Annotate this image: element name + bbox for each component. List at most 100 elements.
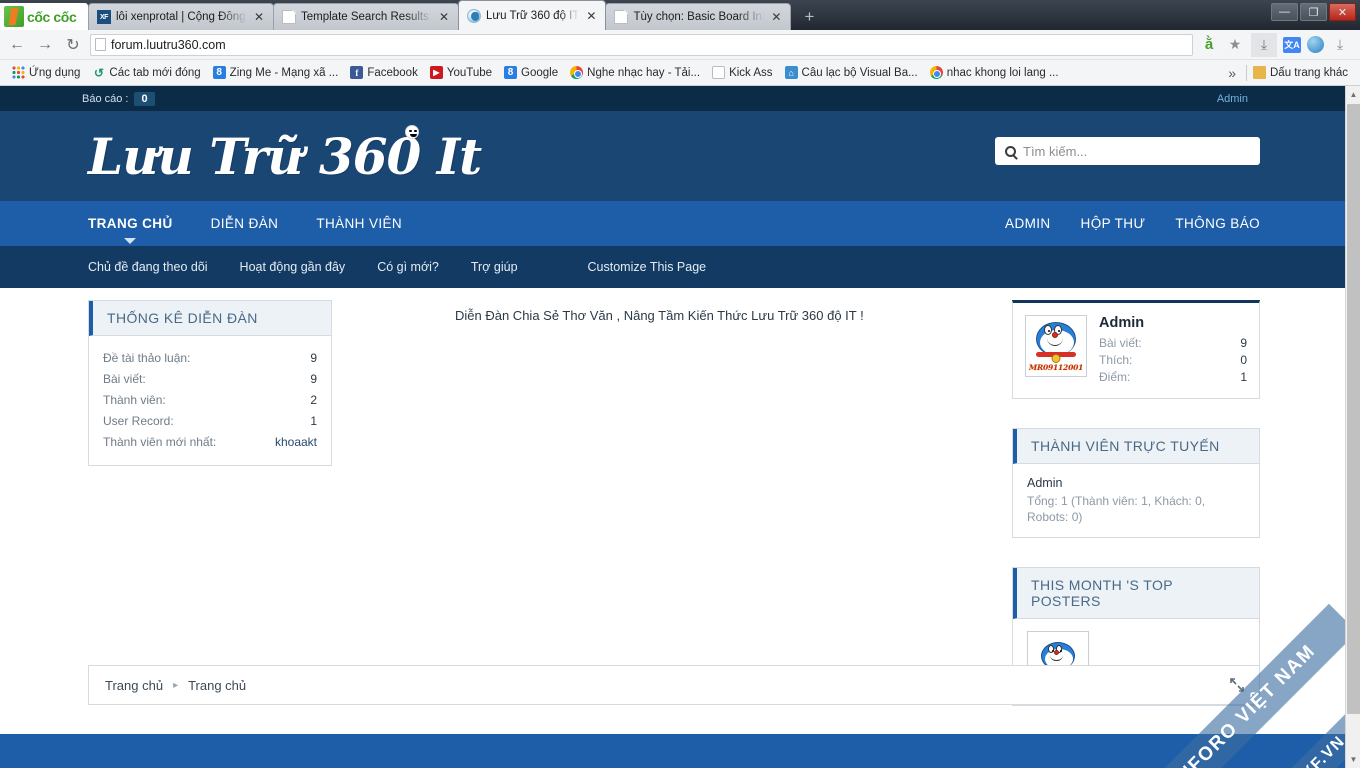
breadcrumb: Trang chủ ▸ Trang chủ bbox=[88, 665, 1260, 705]
undo-icon: ↺ bbox=[93, 65, 104, 80]
tab-title: Tùy chọn: Basic Board Info bbox=[633, 11, 765, 23]
coccoc-brand-text: cốc cốc bbox=[27, 8, 77, 25]
address-bar[interactable]: forum.luutru360.com bbox=[90, 33, 1193, 56]
adblock-icon[interactable]: ằ bbox=[1199, 35, 1219, 55]
page-info-icon[interactable] bbox=[95, 38, 106, 51]
nav-item-trang-chu[interactable]: TRANG CHỦ bbox=[88, 216, 173, 244]
customize-this-page-link[interactable]: Customize This Page bbox=[588, 260, 707, 274]
bookmark-label: Ứng dụng bbox=[29, 66, 81, 79]
site-tagline: Diễn Đàn Chia Sẻ Thơ Văn , Nâng Tầm Kiến… bbox=[455, 308, 864, 323]
bookmark-google[interactable]: 8 Google bbox=[498, 64, 564, 81]
download-tray-icon[interactable]: ⤓ bbox=[1251, 32, 1277, 57]
block-title: THỐNG KÊ DIỄN ĐÀN bbox=[89, 301, 331, 336]
doraemon-avatar-icon bbox=[1036, 322, 1076, 356]
nav-item-hop-thu[interactable]: HỘP THƯ bbox=[1081, 216, 1146, 231]
stat-value: 9 bbox=[310, 351, 317, 365]
browser-titlebar: cốc cốc XF lỗi xenprotal | Cộng Đồng ...… bbox=[0, 0, 1360, 30]
page-scrollbar[interactable]: ▲ ▼ bbox=[1345, 86, 1360, 768]
topbar-admin-link[interactable]: Admin bbox=[1217, 93, 1248, 105]
browser-tab-1[interactable]: XF lỗi xenprotal | Cộng Đồng ... ✕ bbox=[88, 3, 274, 30]
profile-info: Admin Bài viết: 9 Thích: 0 Điểm: 1 bbox=[1099, 315, 1247, 386]
profile-label: Điểm: bbox=[1099, 370, 1131, 384]
report-counter[interactable]: Báo cáo : 0 bbox=[82, 91, 155, 106]
avatar-eye-left bbox=[1044, 325, 1052, 335]
online-member-link[interactable]: Admin bbox=[1027, 476, 1245, 490]
bookmark-visualba[interactable]: ⌂ Câu lạc bộ Visual Ba... bbox=[779, 64, 924, 81]
bookmark-zingme[interactable]: 8 Zing Me - Mạng xã ... bbox=[207, 64, 345, 81]
site-logo[interactable]: Lưu Trữ 360 It bbox=[88, 124, 482, 186]
address-bar-value: forum.luutru360.com bbox=[111, 37, 226, 52]
bookmarks-overflow-icon[interactable]: » bbox=[1218, 65, 1246, 81]
bookmark-apps[interactable]: Ứng dụng bbox=[6, 64, 86, 81]
browser-tab-4[interactable]: Tùy chọn: Basic Board Info ✕ bbox=[605, 3, 792, 30]
translate-icon[interactable]: 文A bbox=[1283, 36, 1301, 53]
bookmark-star-icon[interactable]: ★ bbox=[1225, 35, 1245, 55]
subnav-item-whats-new[interactable]: Có gì mới? bbox=[377, 260, 439, 274]
tab-close-icon[interactable]: ✕ bbox=[584, 10, 598, 22]
newest-member-link[interactable]: khoaakt bbox=[275, 434, 317, 451]
document-icon bbox=[282, 10, 296, 24]
facebook-icon: f bbox=[350, 66, 364, 79]
home-icon: ⌂ bbox=[784, 66, 798, 79]
nav-item-dien-dan[interactable]: DIỄN ĐÀN bbox=[211, 216, 279, 231]
tab-close-icon[interactable]: ✕ bbox=[252, 11, 266, 23]
browser-tab-3-active[interactable]: Lưu Trữ 360 độ IT ✕ bbox=[458, 0, 607, 30]
stat-value: 9 bbox=[310, 372, 317, 386]
members-online-block: THÀNH VIÊN TRỰC TUYẾN Admin Tổng: 1 (Thà… bbox=[1012, 428, 1260, 538]
bookmark-kickass[interactable]: Kick Ass bbox=[706, 64, 778, 81]
scroll-up-icon[interactable]: ▲ bbox=[1346, 86, 1360, 103]
nav-item-thanh-vien[interactable]: THÀNH VIÊN bbox=[316, 216, 402, 231]
reload-icon[interactable]: ↻ bbox=[62, 34, 84, 56]
window-controls: — ❐ ✕ bbox=[1271, 3, 1356, 21]
browser-tab-2[interactable]: Template Search Results: N ✕ bbox=[273, 3, 459, 30]
browser-toolbar: ← → ↻ forum.luutru360.com ằ ★ ⤓ 文A ⤓ bbox=[0, 30, 1360, 60]
stat-label: Đề tài thảo luận: bbox=[103, 351, 191, 365]
maximize-icon[interactable]: ❐ bbox=[1300, 3, 1327, 21]
page-content: THỐNG KÊ DIỄN ĐÀN Đề tài thảo luận: 9 Bà… bbox=[0, 288, 1345, 768]
close-window-icon[interactable]: ✕ bbox=[1329, 3, 1356, 21]
subnav-item-recent-activity[interactable]: Hoạt động gần đây bbox=[240, 260, 346, 274]
members-online-body: Admin Tổng: 1 (Thành viên: 1, Khách: 0, … bbox=[1013, 464, 1259, 537]
subnav-item-watched-threads[interactable]: Chủ đề đang theo dõi bbox=[88, 260, 208, 274]
document-icon bbox=[712, 66, 726, 79]
site-footer-bar bbox=[0, 734, 1345, 768]
site-navbar: TRANG CHỦ DIỄN ĐÀN THÀNH VIÊN ADMIN HỘP … bbox=[0, 201, 1345, 246]
breadcrumb-item-current[interactable]: Trang chủ bbox=[188, 678, 246, 693]
minimize-icon[interactable]: — bbox=[1271, 3, 1298, 21]
coccoc-brand-logo: cốc cốc bbox=[0, 3, 88, 30]
back-icon[interactable]: ← bbox=[6, 34, 28, 56]
bookmark-label: Dấu trang khác bbox=[1270, 66, 1348, 79]
download-icon[interactable]: ⤓ bbox=[1330, 35, 1350, 55]
nav-label: TRANG CHỦ bbox=[88, 216, 173, 231]
profile-row: Thích: 0 bbox=[1099, 352, 1247, 369]
bookmark-recent-tabs[interactable]: ↺ Các tab mới đóng bbox=[86, 64, 206, 81]
tab-close-icon[interactable]: ✕ bbox=[769, 11, 783, 23]
bookmark-facebook[interactable]: f Facebook bbox=[344, 64, 424, 81]
avatar-watermark-text: MR09112001 bbox=[1028, 363, 1084, 372]
subnav-item-help[interactable]: Trợ giúp bbox=[471, 260, 518, 274]
stat-row: Bài viết: 9 bbox=[103, 369, 317, 390]
bookmark-other-folder[interactable]: Dấu trang khác bbox=[1247, 64, 1354, 81]
new-tab-button[interactable]: + bbox=[796, 6, 822, 28]
tab-title: Template Search Results: N bbox=[301, 11, 432, 23]
sync-icon[interactable] bbox=[1307, 36, 1324, 53]
profile-row: Bài viết: 9 bbox=[1099, 335, 1247, 352]
bookmark-nghenhac[interactable]: Nghe nhạc hay - Tải... bbox=[564, 64, 706, 81]
bookmark-nhackhongloi[interactable]: nhac khong loi lang ... bbox=[924, 64, 1065, 81]
scroll-down-icon[interactable]: ▼ bbox=[1346, 751, 1360, 768]
tab-close-icon[interactable]: ✕ bbox=[437, 11, 451, 23]
avatar-bell bbox=[1051, 354, 1061, 363]
profile-username[interactable]: Admin bbox=[1099, 315, 1247, 331]
nav-item-admin[interactable]: ADMIN bbox=[1005, 216, 1051, 231]
forward-icon[interactable]: → bbox=[34, 34, 56, 56]
site-search-box[interactable]: Tìm kiếm... bbox=[995, 137, 1260, 165]
nav-item-thong-bao[interactable]: THÔNG BÁO bbox=[1175, 216, 1260, 231]
bookmark-label: Google bbox=[521, 66, 559, 79]
bookmark-youtube[interactable]: ▶ YouTube bbox=[424, 64, 498, 81]
breadcrumb-item-home[interactable]: Trang chủ bbox=[105, 678, 163, 693]
scrollbar-thumb[interactable] bbox=[1347, 104, 1360, 714]
chrome-icon bbox=[929, 66, 943, 79]
bookmark-label: nhac khong loi lang ... bbox=[946, 66, 1059, 79]
stat-value: 1 bbox=[310, 414, 317, 428]
avatar[interactable]: MR09112001 bbox=[1025, 315, 1087, 377]
